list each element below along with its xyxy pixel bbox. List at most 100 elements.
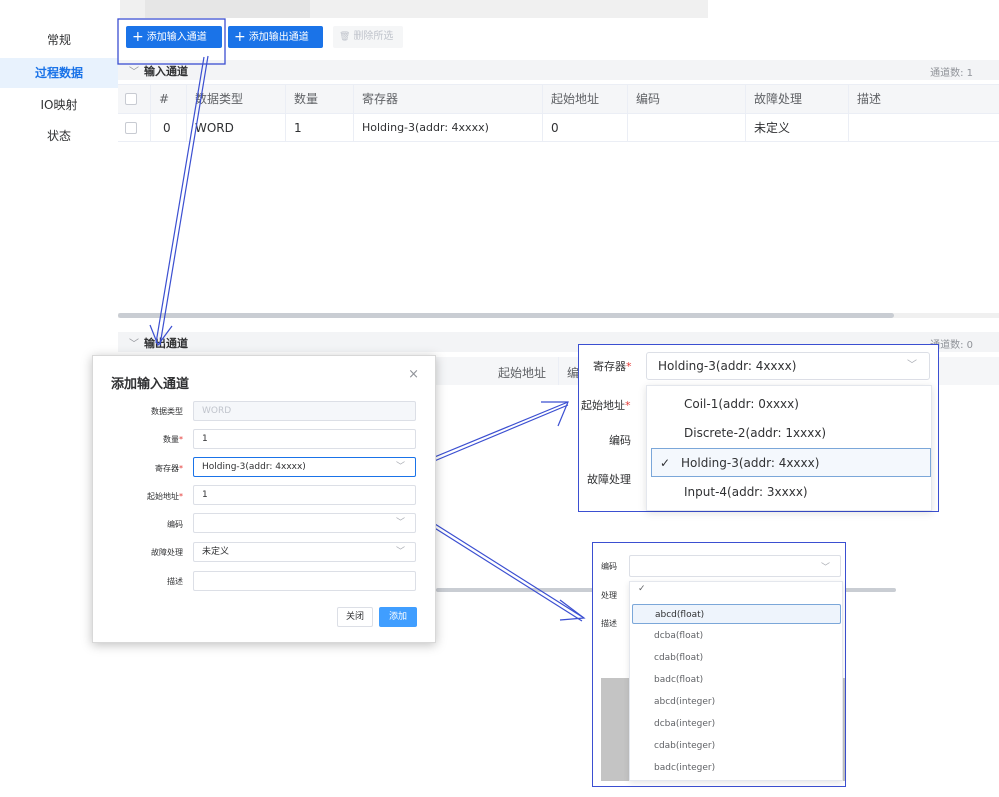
row-checkbox[interactable] <box>125 122 137 134</box>
data-type-label-text: 数据类型 <box>151 407 183 416</box>
encoding-option[interactable]: cdab(float) <box>632 648 841 668</box>
row-description <box>848 114 999 141</box>
plus-icon: + <box>132 29 144 45</box>
fault-handling-label: 处理 <box>601 591 617 600</box>
encoding-option[interactable]: badc(float) <box>632 670 841 690</box>
chevron-down-icon[interactable]: ﹀ <box>129 63 139 78</box>
encoding-option[interactable]: badc(integer) <box>632 758 841 778</box>
add-input-channel-dialog: 添加输入通道 × 数据类型 WORD 数量* 1 寄存器* Holding-3(… <box>92 355 436 643</box>
row-select-cell[interactable] <box>118 114 150 141</box>
register-option-input[interactable]: Input-4(addr: 3xxxx) <box>647 478 931 507</box>
add-input-channel-button[interactable]: + 添加输入通道 <box>126 26 222 48</box>
add-output-channel-label: 添加输出通道 <box>248 32 309 43</box>
output-section-title: 输出通道 <box>144 337 188 350</box>
delete-selected-label: 删除所选 <box>353 31 394 42</box>
plus-icon: + <box>234 29 246 45</box>
delete-selected-button[interactable]: 🗑 删除所选 <box>333 26 403 48</box>
input-channels-section[interactable]: ﹀ 输入通道 通道数: 1 <box>118 60 999 80</box>
col-header-index: # <box>150 85 186 113</box>
start-address-field[interactable]: 1 <box>193 485 416 505</box>
quantity-label: 数量* <box>93 434 183 445</box>
col-header-start-address: 起始地址 <box>498 366 547 380</box>
description-label-text: 描述 <box>167 577 183 586</box>
top-tab-strip-active <box>145 0 310 18</box>
add-button[interactable]: 添加 <box>379 607 417 627</box>
close-button[interactable]: 关闭 <box>337 607 373 627</box>
required-marker: * <box>625 399 631 412</box>
column-divider <box>558 357 559 385</box>
register-label-text: 寄存器 <box>155 464 179 473</box>
encoding-select[interactable]: ﹀ <box>193 513 416 533</box>
encoding-option[interactable]: dcba(float) <box>632 626 841 646</box>
quantity-value: 1 <box>202 434 208 444</box>
input-channel-count: 通道数: 1 <box>930 68 973 79</box>
row-start-address: 0 <box>542 114 627 141</box>
close-icon[interactable]: × <box>408 367 419 382</box>
fault-handling-label: 故障处理 <box>587 473 631 486</box>
quantity-field[interactable]: 1 <box>193 429 416 449</box>
nav-item-process-data[interactable]: 过程数据 <box>0 58 118 88</box>
fault-handling-label-text: 故障处理 <box>151 548 183 557</box>
row-data-type: WORD <box>186 114 285 141</box>
encoding-dropdown-callout: 编码 ﹀ 处理 描述 ✓ abcd(float) dcba(float) cda… <box>592 542 846 787</box>
col-header-register: 寄存器 <box>353 85 542 113</box>
add-output-channel-button[interactable]: + 添加输出通道 <box>228 26 323 48</box>
col-header-start-address: 起始地址 <box>542 85 627 113</box>
required-marker: * <box>179 435 183 444</box>
data-type-field[interactable]: WORD <box>193 401 416 421</box>
row-fault-handling: 未定义 <box>745 114 848 141</box>
col-header-description: 描述 <box>848 85 999 113</box>
chevron-down-icon: ﹀ <box>395 547 405 557</box>
background-overlay <box>601 678 631 781</box>
row-encoding <box>627 114 745 141</box>
quantity-label-text: 数量 <box>163 435 179 444</box>
chevron-down-icon: ﹀ <box>395 462 405 472</box>
chevron-down-icon: ﹀ <box>395 518 405 528</box>
encoding-option[interactable]: abcd(integer) <box>632 692 841 712</box>
register-select[interactable]: Holding-3(addr: 4xxxx) ﹀ <box>646 352 930 380</box>
register-option-discrete[interactable]: Discrete-2(addr: 1xxxx) <box>647 419 931 448</box>
register-select[interactable]: Holding-3(addr: 4xxxx) ﹀ <box>193 457 416 477</box>
description-label: 描述 <box>93 576 183 587</box>
start-address-label: 起始地址* <box>93 491 183 502</box>
encoding-options-dropdown: ✓ abcd(float) dcba(float) cdab(float) ba… <box>629 581 843 781</box>
fault-handling-value: 未定义 <box>202 547 230 557</box>
trash-icon: 🗑 <box>339 32 351 42</box>
register-option-holding[interactable]: ✓ Holding-3(addr: 4xxxx) <box>651 448 931 477</box>
encoding-option[interactable]: cdab(integer) <box>632 736 841 756</box>
dialog-title: 添加输入通道 <box>111 377 190 392</box>
encoding-option[interactable]: abcd(float) <box>632 604 841 624</box>
select-all-cell[interactable] <box>118 85 150 113</box>
add-input-channel-label: 添加输入通道 <box>146 32 207 43</box>
input-table-header: # 数据类型 数量 寄存器 起始地址 编码 故障处理 描述 <box>118 84 999 114</box>
col-header-fault-handling: 故障处理 <box>745 85 848 113</box>
chevron-down-icon: ﹀ <box>907 360 917 371</box>
start-address-value: 1 <box>202 490 208 500</box>
chevron-down-icon[interactable]: ﹀ <box>129 335 139 350</box>
encoding-option[interactable]: dcba(integer) <box>632 714 841 734</box>
row-index: 0 <box>150 114 186 141</box>
description-field[interactable] <box>193 571 416 591</box>
row-quantity: 1 <box>285 114 353 141</box>
table-row[interactable]: 0 WORD 1 Holding-3(addr: 4xxxx) 0 未定义 <box>118 114 999 142</box>
encoding-select[interactable]: ﹀ <box>629 555 841 577</box>
check-icon: ✓ <box>660 456 671 470</box>
register-option-coil[interactable]: Coil-1(addr: 0xxxx) <box>647 390 931 419</box>
check-icon: ✓ <box>638 584 646 594</box>
nav-item-status[interactable]: 状态 <box>0 121 118 151</box>
encoding-label: 编码 <box>609 434 631 447</box>
fault-handling-label: 故障处理 <box>93 547 183 558</box>
register-label: 寄存器* <box>93 463 183 474</box>
horizontal-scrollbar-thumb[interactable] <box>118 313 894 318</box>
chevron-down-icon: ﹀ <box>820 563 830 573</box>
nav-item-io-mapping[interactable]: IO映射 <box>0 90 118 120</box>
start-address-label-text: 起始地址 <box>147 492 179 501</box>
encoding-label: 编码 <box>601 562 617 571</box>
required-marker: * <box>626 360 632 373</box>
start-address-label-text: 起始地址 <box>581 399 625 412</box>
fault-handling-select[interactable]: 未定义 ﹀ <box>193 542 416 562</box>
encoding-label: 编码 <box>93 519 183 530</box>
nav-item-general[interactable]: 常规 <box>0 25 118 55</box>
select-all-checkbox[interactable] <box>125 93 137 105</box>
input-section-title: 输入通道 <box>144 65 188 78</box>
